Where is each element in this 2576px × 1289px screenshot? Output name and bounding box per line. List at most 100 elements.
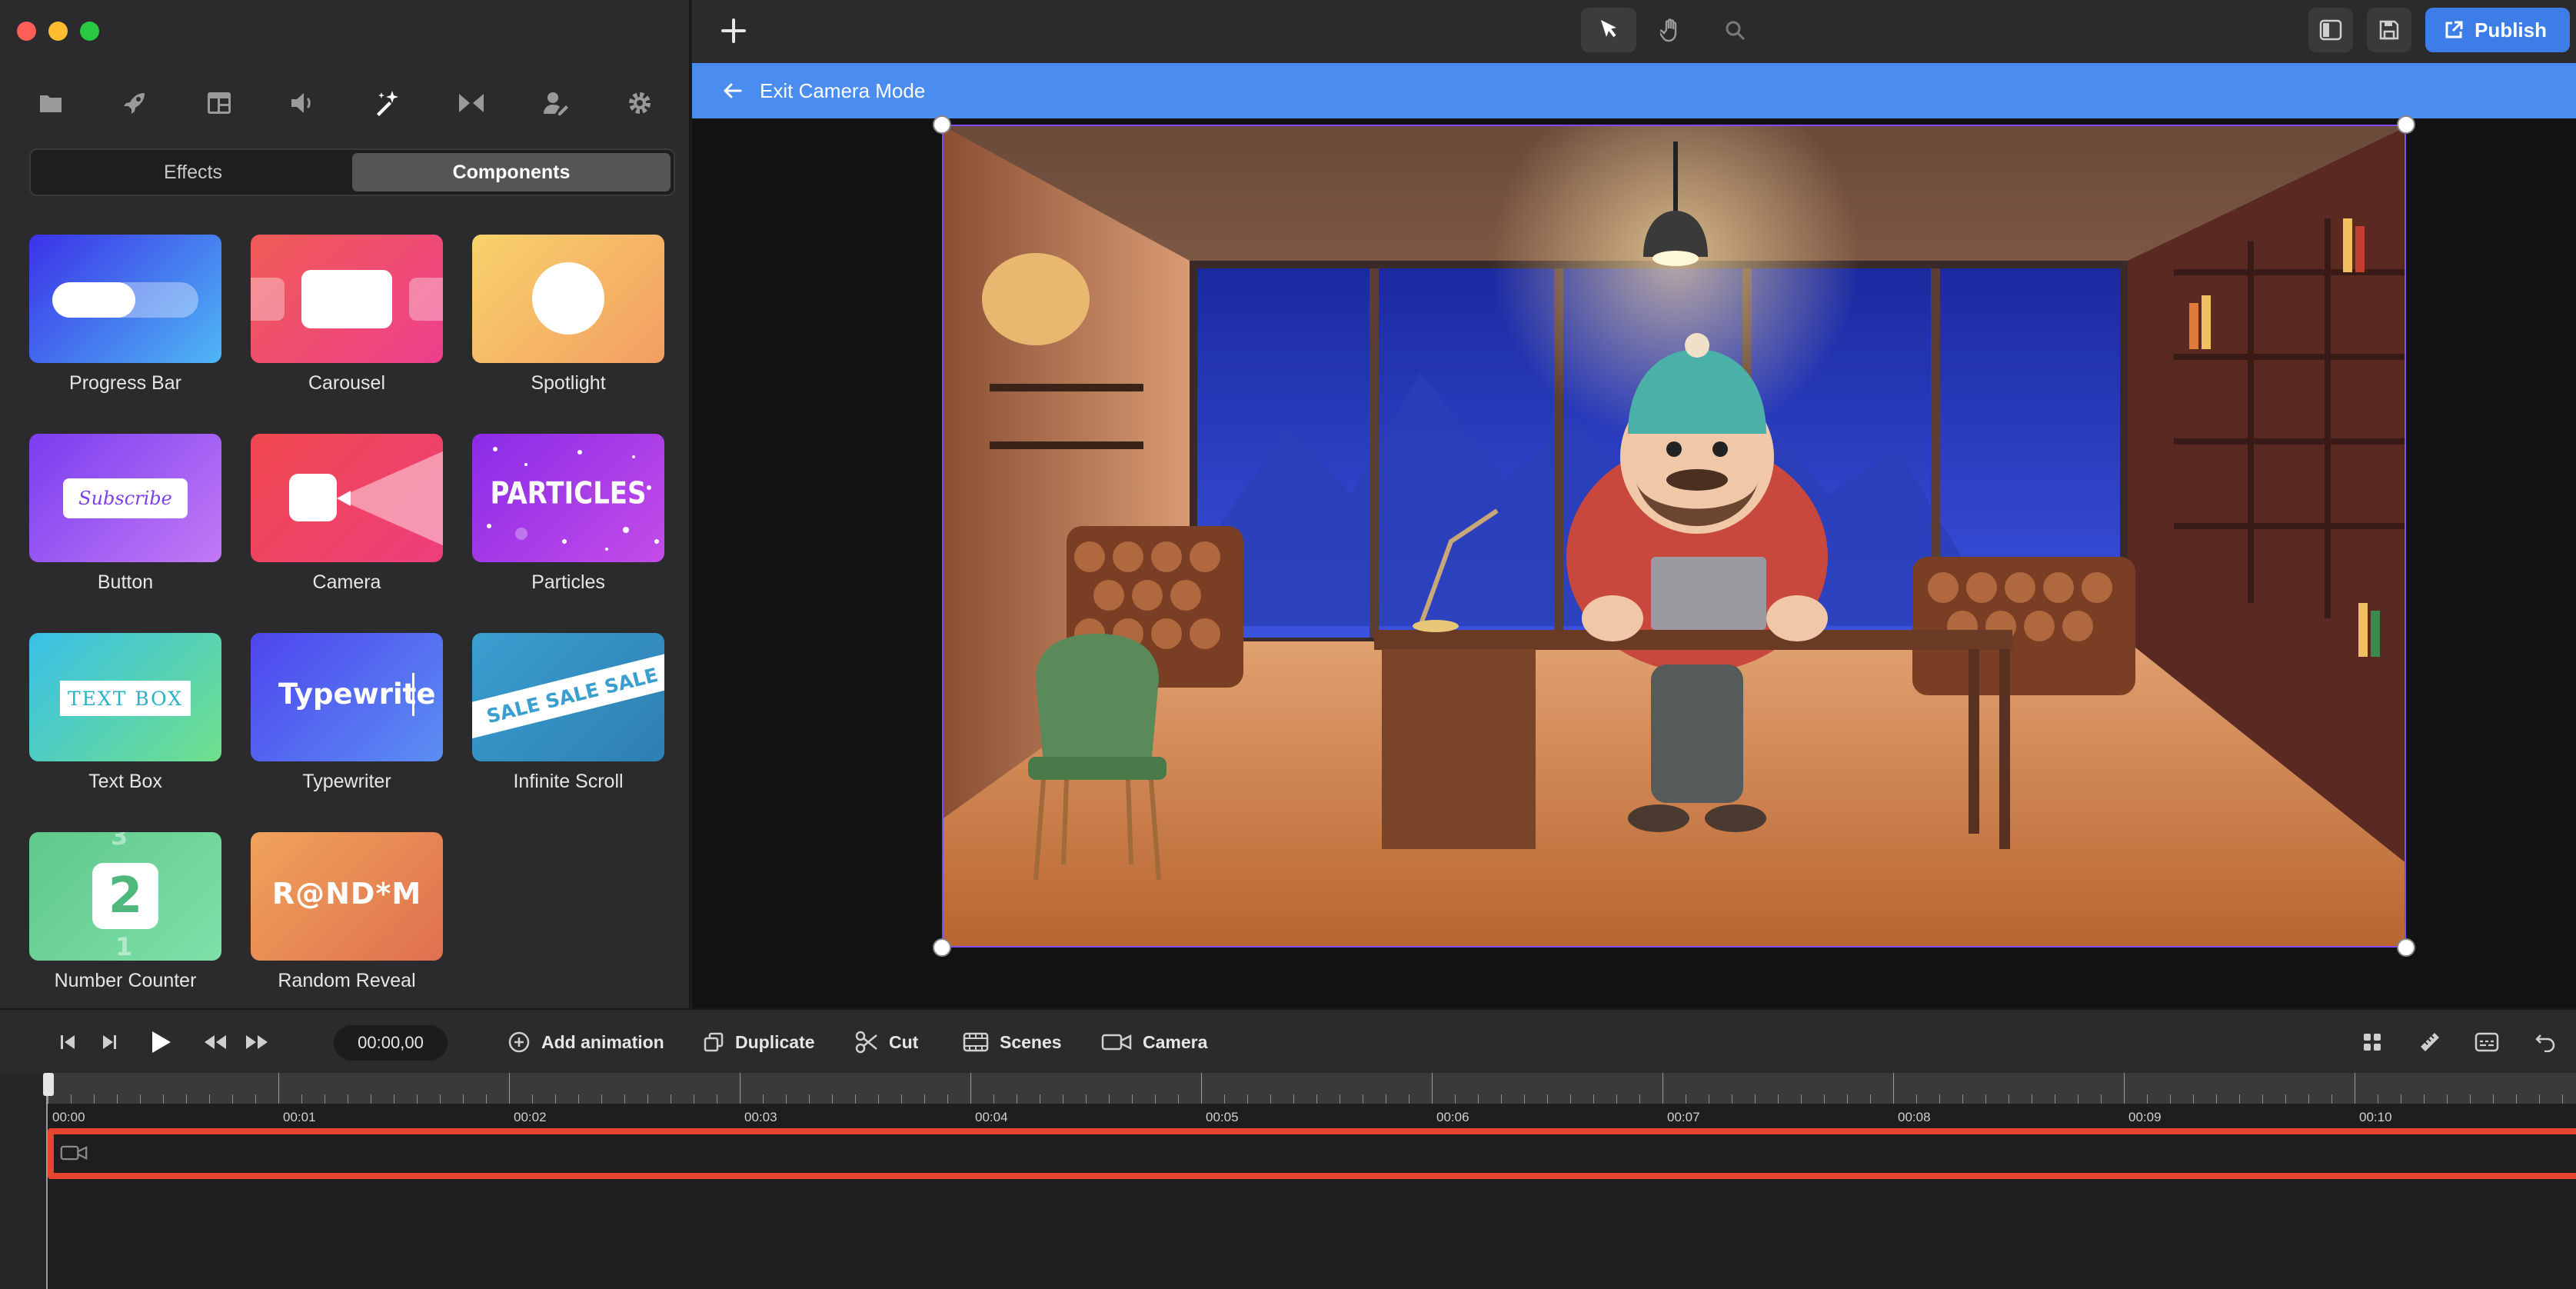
component-typewriter[interactable]: Typewrite Typewriter xyxy=(251,633,443,832)
tab-effects[interactable]: Effects xyxy=(34,153,352,192)
resize-handle-top-left[interactable] xyxy=(933,115,951,134)
resize-handle-bottom-right[interactable] xyxy=(2397,938,2415,957)
component-particles[interactable]: PARTICLES Particles xyxy=(472,434,664,633)
playhead-line[interactable] xyxy=(46,1073,48,1289)
play-button[interactable] xyxy=(149,1010,172,1074)
effects-components-switch: Effects Components xyxy=(29,148,675,196)
save-button[interactable] xyxy=(2367,8,2412,52)
camera-track[interactable] xyxy=(48,1128,2576,1179)
speaker-icon[interactable] xyxy=(283,83,323,123)
layout-icon[interactable] xyxy=(199,83,239,123)
timeline-tick xyxy=(255,1094,256,1104)
timeline-tick xyxy=(440,1094,441,1104)
resize-handle-top-right[interactable] xyxy=(2397,115,2415,134)
timeline-tick-label: 00:09 xyxy=(2128,1110,2162,1124)
close-window-button[interactable] xyxy=(17,22,36,41)
timeline[interactable]: 00:00 00:01 00:02 00:03 00:04 00:05 00:06 00:07… xyxy=(0,1073,2576,1289)
component-label: Random Reveal xyxy=(278,970,416,991)
magic-wand-icon[interactable] xyxy=(368,83,408,123)
timeline-tick xyxy=(71,1094,72,1104)
ruler-button[interactable] xyxy=(2418,1010,2442,1074)
timeline-tick xyxy=(2516,1094,2517,1104)
gear-icon[interactable] xyxy=(620,83,660,123)
scene-preview[interactable] xyxy=(942,125,2406,948)
component-random-reveal[interactable]: R@ND*M Random Reveal xyxy=(251,832,443,1031)
toggle-panel-button[interactable] xyxy=(2308,8,2354,52)
timeline-tick xyxy=(1893,1073,1894,1104)
particles-sample: PARTICLES xyxy=(490,476,647,511)
component-label: Carousel xyxy=(308,372,386,394)
grid-icon xyxy=(2364,1034,2381,1051)
infinite-scroll-thumbnail: SALE SALE SALE xyxy=(472,633,664,761)
timeline-tick xyxy=(2124,1073,2125,1104)
component-button[interactable]: Subscribe Button xyxy=(29,434,221,633)
exit-camera-mode-bar[interactable]: Exit Camera Mode xyxy=(692,63,2576,118)
component-spotlight[interactable]: Spotlight xyxy=(472,235,664,434)
select-tool-button[interactable] xyxy=(1581,8,1636,52)
timeline-gutter xyxy=(0,1073,46,1289)
grid-view-button[interactable] xyxy=(2362,1010,2382,1074)
timeline-tick xyxy=(2424,1094,2425,1104)
timeline-ruler[interactable] xyxy=(48,1073,2576,1104)
timeline-tick xyxy=(117,1094,118,1104)
folder-icon[interactable] xyxy=(31,83,71,123)
duplicate-button[interactable]: Duplicate xyxy=(703,1010,815,1074)
component-infinite-scroll[interactable]: SALE SALE SALE Infinite Scroll xyxy=(472,633,664,832)
timeline-tick xyxy=(878,1094,879,1104)
playhead-handle[interactable] xyxy=(43,1073,54,1096)
component-label: Infinite Scroll xyxy=(513,771,624,792)
resize-handle-bottom-left[interactable] xyxy=(933,938,951,957)
rewind-button[interactable] xyxy=(203,1010,228,1074)
skip-to-start-button[interactable] xyxy=(58,1010,77,1074)
captions-button[interactable] xyxy=(2474,1010,2499,1074)
component-text-box[interactable]: TEXT BOX Text Box xyxy=(29,633,221,832)
undo-icon xyxy=(2535,1034,2555,1052)
timeline-tick xyxy=(2262,1094,2263,1104)
counter-prev-digit: 3 xyxy=(111,832,128,851)
tab-components[interactable]: Components xyxy=(352,153,671,192)
canvas-stage xyxy=(692,115,2576,1008)
publish-button[interactable]: Publish xyxy=(2425,8,2570,52)
timeline-tick xyxy=(1847,1094,1848,1104)
component-camera[interactable]: Camera xyxy=(251,434,443,633)
search-icon xyxy=(1726,21,1745,40)
minimize-window-button[interactable] xyxy=(48,22,68,41)
zoom-window-button[interactable] xyxy=(80,22,99,41)
pan-tool-button[interactable] xyxy=(1644,8,1699,52)
cut-button[interactable]: Cut xyxy=(855,1010,918,1074)
window-controls xyxy=(17,22,99,41)
timeline-tick xyxy=(1801,1094,1802,1104)
playback-controls: 00:00,00 Add animation Duplicate Cut Sce… xyxy=(0,1008,2576,1073)
timeline-tick-label: 00:07 xyxy=(1667,1110,1700,1124)
scenes-button[interactable]: Scenes xyxy=(963,1010,1062,1074)
timeline-tick xyxy=(1455,1094,1456,1104)
zoom-tool-button[interactable] xyxy=(1707,8,1762,52)
add-circle-icon xyxy=(508,1031,530,1053)
fast-forward-button[interactable] xyxy=(245,1010,269,1074)
canvas-tools xyxy=(1581,8,1762,52)
timeline-tick xyxy=(1109,1094,1110,1104)
save-icon xyxy=(2379,20,2399,40)
ruler-icon xyxy=(2421,1033,2439,1051)
user-edit-icon[interactable] xyxy=(536,83,576,123)
rocket-icon[interactable] xyxy=(115,83,155,123)
timeline-tick xyxy=(1270,1094,1271,1104)
camera-button[interactable]: Camera xyxy=(1101,1010,1207,1074)
component-number-counter[interactable]: 3 2 1 Number Counter xyxy=(29,832,221,1031)
step-forward-button[interactable] xyxy=(100,1010,118,1074)
undo-button[interactable] xyxy=(2534,1010,2556,1074)
timeline-tick xyxy=(1293,1094,1294,1104)
timeline-tick xyxy=(809,1094,810,1104)
component-progress-bar[interactable]: Progress Bar xyxy=(29,235,221,434)
component-label: Text Box xyxy=(88,771,162,792)
sidebar: Effects Components Progress Bar Carousel xyxy=(0,0,691,1008)
timeline-tick xyxy=(993,1094,994,1104)
add-animation-button[interactable]: Add animation xyxy=(508,1010,664,1074)
timeline-tick xyxy=(740,1073,741,1104)
add-icon[interactable] xyxy=(718,15,749,46)
progress-bar-thumbnail xyxy=(29,235,221,363)
transition-icon[interactable] xyxy=(451,83,491,123)
component-carousel[interactable]: Carousel xyxy=(251,235,443,434)
timeline-tick xyxy=(1524,1094,1525,1104)
timeline-tick xyxy=(1939,1094,1940,1104)
